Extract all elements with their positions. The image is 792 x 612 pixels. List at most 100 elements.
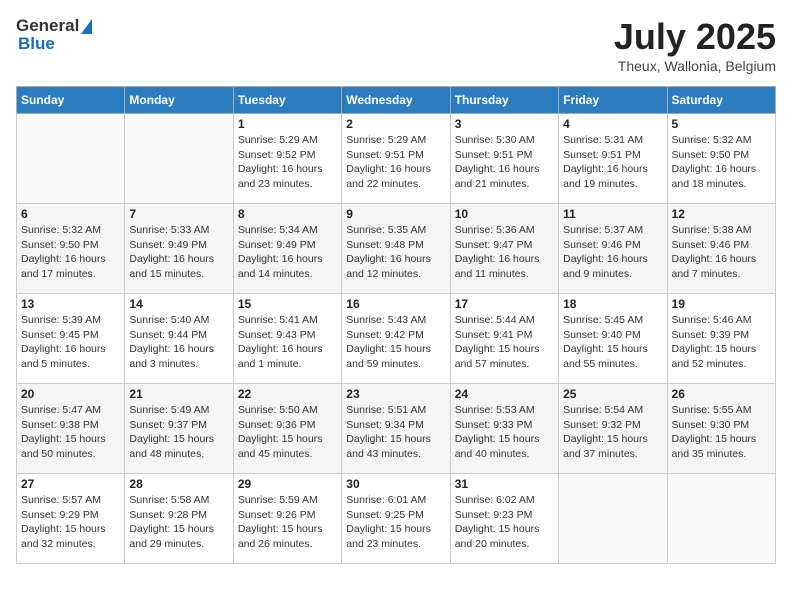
calendar-day-cell: 7 Sunrise: 5:33 AMSunset: 9:49 PMDaylight… xyxy=(125,204,233,294)
calendar-day-cell xyxy=(667,474,775,564)
day-detail: Sunrise: 5:55 AMSunset: 9:30 PMDaylight:… xyxy=(672,403,771,462)
day-number: 2 xyxy=(346,117,445,131)
calendar-day-cell: 26Sunrise: 5:55 AMSunset: 9:30 PMDayligh… xyxy=(667,384,775,474)
day-detail: Sunrise: 5:46 AMSunset: 9:39 PMDaylight:… xyxy=(672,313,771,372)
calendar-day-cell: 9 Sunrise: 5:35 AMSunset: 9:48 PMDaylight… xyxy=(342,204,450,294)
calendar-day-header: Tuesday xyxy=(233,87,341,114)
calendar-day-header: Sunday xyxy=(17,87,125,114)
calendar-day-cell: 25 Sunrise: 5:54 AMSunset: 9:32 PMDayligh… xyxy=(559,384,667,474)
calendar-day-header: Saturday xyxy=(667,87,775,114)
day-detail: Sunrise: 5:58 AMSunset: 9:28 PMDaylight:… xyxy=(129,493,228,552)
logo: General Blue xyxy=(16,16,92,54)
day-number: 20 xyxy=(21,387,120,401)
day-detail: Sunrise: 5:54 AMSunset: 9:32 PMDaylight:… xyxy=(563,403,662,462)
page-header: General Blue July 2025 Theux, Wallonia, … xyxy=(16,16,776,74)
day-detail: Sunrise: 5:50 AMSunset: 9:36 PMDaylight:… xyxy=(238,403,337,462)
day-number: 9 xyxy=(346,207,445,221)
calendar-week-row: 27 Sunrise: 5:57 AMSunset: 9:29 PMDayligh… xyxy=(17,474,776,564)
calendar-day-cell: 19 Sunrise: 5:46 AMSunset: 9:39 PMDayligh… xyxy=(667,294,775,384)
calendar-day-cell: 14 Sunrise: 5:40 AMSunset: 9:44 PMDayligh… xyxy=(125,294,233,384)
calendar-day-header: Thursday xyxy=(450,87,558,114)
calendar-day-cell: 24 Sunrise: 5:53 AMSunset: 9:33 PMDayligh… xyxy=(450,384,558,474)
calendar-day-cell: 30 Sunrise: 6:01 AMSunset: 9:25 PMDayligh… xyxy=(342,474,450,564)
day-number: 30 xyxy=(346,477,445,491)
calendar-day-cell: 13 Sunrise: 5:39 AMSunset: 9:45 PMDayligh… xyxy=(17,294,125,384)
day-number: 31 xyxy=(455,477,554,491)
calendar-day-header: Monday xyxy=(125,87,233,114)
day-number: 10 xyxy=(455,207,554,221)
day-number: 5 xyxy=(672,117,771,131)
day-detail: Sunrise: 5:49 AMSunset: 9:37 PMDaylight:… xyxy=(129,403,228,462)
day-detail: Sunrise: 5:59 AMSunset: 9:26 PMDaylight:… xyxy=(238,493,337,552)
day-detail: Sunrise: 5:38 AMSunset: 9:46 PMDaylight:… xyxy=(672,223,771,282)
day-detail: Sunrise: 5:29 AMSunset: 9:52 PMDaylight:… xyxy=(238,133,337,192)
calendar-day-cell: 28Sunrise: 5:58 AMSunset: 9:28 PMDayligh… xyxy=(125,474,233,564)
month-year-title: July 2025 xyxy=(614,16,776,58)
day-number: 27 xyxy=(21,477,120,491)
calendar-week-row: 20 Sunrise: 5:47 AMSunset: 9:38 PMDayligh… xyxy=(17,384,776,474)
day-detail: Sunrise: 6:02 AMSunset: 9:23 PMDaylight:… xyxy=(455,493,554,552)
calendar-day-cell: 5 Sunrise: 5:32 AMSunset: 9:50 PMDaylight… xyxy=(667,114,775,204)
day-number: 21 xyxy=(129,387,228,401)
calendar-day-cell: 6 Sunrise: 5:32 AMSunset: 9:50 PMDaylight… xyxy=(17,204,125,294)
day-number: 15 xyxy=(238,297,337,311)
calendar-week-row: 6 Sunrise: 5:32 AMSunset: 9:50 PMDaylight… xyxy=(17,204,776,294)
calendar-day-cell: 2 Sunrise: 5:29 AMSunset: 9:51 PMDaylight… xyxy=(342,114,450,204)
day-number: 17 xyxy=(455,297,554,311)
day-detail: Sunrise: 6:01 AMSunset: 9:25 PMDaylight:… xyxy=(346,493,445,552)
calendar-day-cell: 11 Sunrise: 5:37 AMSunset: 9:46 PMDayligh… xyxy=(559,204,667,294)
calendar-day-cell xyxy=(559,474,667,564)
day-detail: Sunrise: 5:57 AMSunset: 9:29 PMDaylight:… xyxy=(21,493,120,552)
day-number: 3 xyxy=(455,117,554,131)
day-detail: Sunrise: 5:35 AMSunset: 9:48 PMDaylight:… xyxy=(346,223,445,282)
calendar-day-cell: 3Sunrise: 5:30 AMSunset: 9:51 PMDaylight… xyxy=(450,114,558,204)
calendar-day-cell: 18Sunrise: 5:45 AMSunset: 9:40 PMDayligh… xyxy=(559,294,667,384)
day-detail: Sunrise: 5:32 AMSunset: 9:50 PMDaylight:… xyxy=(21,223,120,282)
day-number: 7 xyxy=(129,207,228,221)
day-number: 23 xyxy=(346,387,445,401)
calendar-day-cell xyxy=(125,114,233,204)
logo-blue-text: Blue xyxy=(18,34,55,54)
day-detail: Sunrise: 5:40 AMSunset: 9:44 PMDaylight:… xyxy=(129,313,228,372)
calendar-header-row: SundayMondayTuesdayWednesdayThursdayFrid… xyxy=(17,87,776,114)
calendar-day-cell xyxy=(17,114,125,204)
day-detail: Sunrise: 5:37 AMSunset: 9:46 PMDaylight:… xyxy=(563,223,662,282)
calendar-day-cell: 1 Sunrise: 5:29 AMSunset: 9:52 PMDaylight… xyxy=(233,114,341,204)
calendar-table: SundayMondayTuesdayWednesdayThursdayFrid… xyxy=(16,86,776,564)
calendar-day-cell: 12 Sunrise: 5:38 AMSunset: 9:46 PMDayligh… xyxy=(667,204,775,294)
day-detail: Sunrise: 5:47 AMSunset: 9:38 PMDaylight:… xyxy=(21,403,120,462)
day-detail: Sunrise: 5:29 AMSunset: 9:51 PMDaylight:… xyxy=(346,133,445,192)
day-detail: Sunrise: 5:41 AMSunset: 9:43 PMDaylight:… xyxy=(238,313,337,372)
day-number: 11 xyxy=(563,207,662,221)
day-number: 19 xyxy=(672,297,771,311)
day-detail: Sunrise: 5:53 AMSunset: 9:33 PMDaylight:… xyxy=(455,403,554,462)
day-number: 14 xyxy=(129,297,228,311)
calendar-week-row: 1 Sunrise: 5:29 AMSunset: 9:52 PMDaylight… xyxy=(17,114,776,204)
day-number: 16 xyxy=(346,297,445,311)
calendar-day-cell: 10Sunrise: 5:36 AMSunset: 9:47 PMDayligh… xyxy=(450,204,558,294)
day-detail: Sunrise: 5:33 AMSunset: 9:49 PMDaylight:… xyxy=(129,223,228,282)
day-number: 25 xyxy=(563,387,662,401)
day-number: 1 xyxy=(238,117,337,131)
calendar-day-cell: 27 Sunrise: 5:57 AMSunset: 9:29 PMDayligh… xyxy=(17,474,125,564)
day-detail: Sunrise: 5:51 AMSunset: 9:34 PMDaylight:… xyxy=(346,403,445,462)
day-number: 29 xyxy=(238,477,337,491)
day-detail: Sunrise: 5:31 AMSunset: 9:51 PMDaylight:… xyxy=(563,133,662,192)
day-detail: Sunrise: 5:43 AMSunset: 9:42 PMDaylight:… xyxy=(346,313,445,372)
calendar-day-cell: 29 Sunrise: 5:59 AMSunset: 9:26 PMDayligh… xyxy=(233,474,341,564)
day-number: 13 xyxy=(21,297,120,311)
location-subtitle: Theux, Wallonia, Belgium xyxy=(614,58,776,74)
day-detail: Sunrise: 5:32 AMSunset: 9:50 PMDaylight:… xyxy=(672,133,771,192)
calendar-day-cell: 20 Sunrise: 5:47 AMSunset: 9:38 PMDayligh… xyxy=(17,384,125,474)
day-number: 18 xyxy=(563,297,662,311)
logo-arrow-icon xyxy=(81,19,92,34)
day-number: 24 xyxy=(455,387,554,401)
day-detail: Sunrise: 5:39 AMSunset: 9:45 PMDaylight:… xyxy=(21,313,120,372)
day-number: 12 xyxy=(672,207,771,221)
calendar-day-cell: 21 Sunrise: 5:49 AMSunset: 9:37 PMDayligh… xyxy=(125,384,233,474)
calendar-day-cell: 31 Sunrise: 6:02 AMSunset: 9:23 PMDayligh… xyxy=(450,474,558,564)
logo-general-text: General xyxy=(16,16,79,36)
calendar-day-header: Friday xyxy=(559,87,667,114)
day-number: 6 xyxy=(21,207,120,221)
day-number: 4 xyxy=(563,117,662,131)
